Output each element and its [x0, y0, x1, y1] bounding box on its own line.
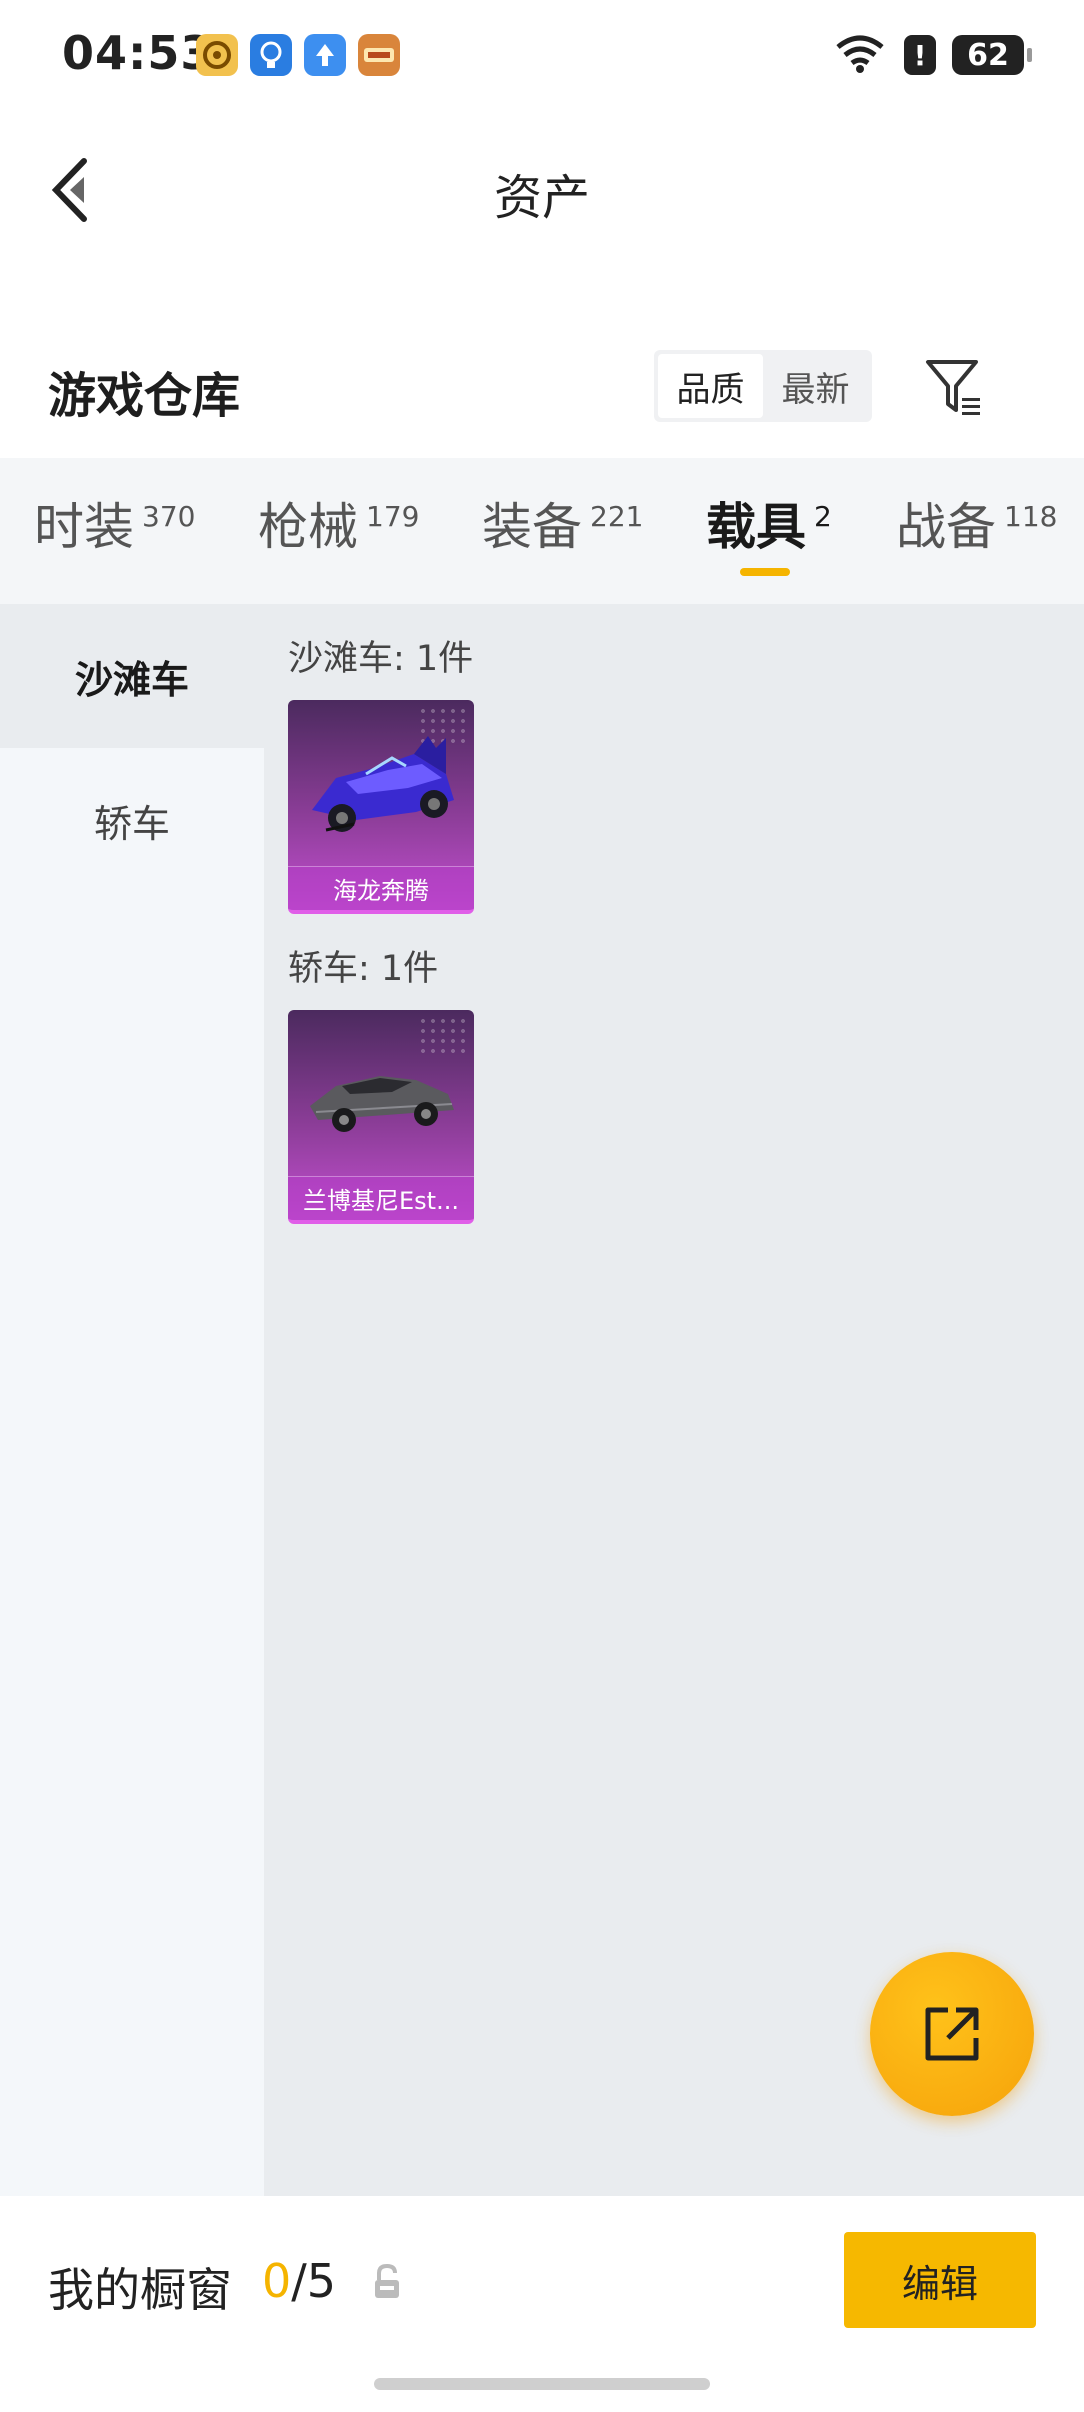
tab-label: 时装 — [34, 498, 134, 556]
sort-toggle: 品质 最新 — [654, 350, 872, 422]
status-bar: 04:53 ! 62 — [0, 0, 1084, 110]
upload-icon — [304, 34, 346, 76]
item-name: 海龙奔腾 — [288, 866, 474, 910]
showcase-count: 0/5 — [262, 2254, 336, 2308]
sidebar-item-beach-buggy[interactable]: 沙滩车 — [0, 604, 264, 748]
beach-buggy-image — [312, 736, 454, 832]
tab-label: 枪械 — [258, 498, 358, 556]
tab-weapons[interactable]: 枪械 179 — [258, 500, 419, 555]
item-name: 兰博基尼Est... — [288, 1176, 474, 1220]
tab-vehicles[interactable]: 载具 2 — [706, 500, 832, 555]
sedan-image — [310, 1076, 454, 1132]
tab-count: 118 — [1004, 500, 1058, 533]
edit-button[interactable]: 编辑 — [844, 2232, 1036, 2328]
filter-button[interactable] — [920, 352, 992, 424]
sort-quality-button[interactable]: 品质 — [658, 354, 763, 418]
game-icon — [358, 34, 400, 76]
tab-label: 装备 — [482, 498, 582, 556]
filter-icon — [926, 360, 980, 415]
tab-count: 221 — [590, 500, 644, 533]
battery-icon: 62 — [952, 35, 1032, 75]
item-card-sea-dragon[interactable]: 海龙奔腾 — [288, 700, 474, 914]
lock-icon — [370, 2262, 404, 2302]
tab-count: 179 — [366, 500, 420, 533]
sidebar-item-sedan[interactable]: 轿车 — [0, 748, 264, 892]
lightbulb-icon — [250, 34, 292, 76]
tab-label: 载具 — [706, 498, 806, 556]
tab-equipment[interactable]: 装备 221 — [482, 500, 643, 555]
active-tab-indicator — [740, 568, 790, 576]
status-right: ! 62 — [832, 30, 1032, 80]
alert-icon: ! — [904, 35, 936, 75]
item-card-lamborghini[interactable]: 兰博基尼Est... — [288, 1010, 474, 1224]
share-icon — [925, 2007, 979, 2061]
tab-count: 2 — [814, 500, 832, 533]
showcase-label: 我的橱窗 — [48, 2263, 232, 2317]
tab-count: 370 — [142, 500, 196, 533]
tab-tactical[interactable]: 战备 118 — [896, 500, 1057, 555]
group-label-beach-buggy: 沙滩车: 1件 — [288, 639, 474, 679]
wifi-icon — [832, 31, 888, 79]
section-title: 游戏仓库 — [48, 368, 241, 424]
subcategory-sidebar: 沙滩车 轿车 — [0, 604, 264, 2196]
share-button[interactable] — [870, 1952, 1034, 2116]
status-time: 04:53 — [62, 26, 214, 80]
app-icon-1 — [196, 34, 238, 76]
tab-label: 战备 — [896, 498, 996, 556]
page-title: 资产 — [493, 170, 590, 226]
category-tab-bar: 时装 370 枪械 179 装备 221 载具 2 战备 118 — [0, 458, 1084, 604]
showcase-total: /5 — [291, 2254, 337, 2308]
home-indicator[interactable] — [374, 2378, 710, 2390]
tab-fashion[interactable]: 时装 370 — [34, 500, 195, 555]
showcase-current: 0 — [262, 2254, 292, 2308]
group-label-sedan: 轿车: 1件 — [288, 949, 439, 989]
sort-newest-button[interactable]: 最新 — [763, 354, 868, 418]
